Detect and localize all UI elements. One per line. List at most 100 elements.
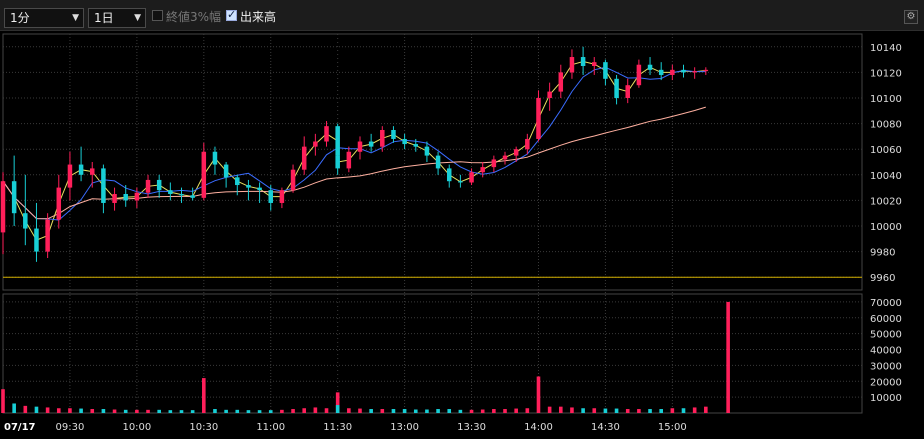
moving-averages — [2, 60, 706, 241]
volume-bar — [492, 409, 496, 413]
candle-body — [435, 155, 441, 169]
volume-tick-label: 30000 — [870, 361, 902, 372]
volume-bar — [648, 409, 652, 413]
volume-bar — [614, 408, 619, 413]
price-grid — [2, 33, 863, 414]
volume-checkbox[interactable] — [226, 8, 237, 21]
time-tick-label: 11:30 — [323, 422, 352, 433]
candle-body — [391, 130, 396, 139]
candle — [525, 133, 530, 155]
range-dropdown[interactable]: 1日 ▼ — [88, 8, 146, 28]
interval-dropdown[interactable]: 1分 ▼ — [4, 8, 84, 28]
time-tick-label: 14:00 — [524, 422, 553, 433]
candle-body — [569, 57, 575, 73]
interval-value: 1分 — [10, 11, 30, 25]
candle-body — [301, 146, 307, 170]
volume-bar — [458, 409, 463, 413]
volume-bar — [224, 409, 228, 413]
candle-body — [324, 126, 329, 142]
candle-body — [536, 98, 541, 139]
volume-bar — [704, 406, 708, 413]
volume-bar — [592, 408, 597, 413]
volume-bar — [179, 410, 184, 413]
volume-bar — [12, 403, 16, 413]
candle-body — [547, 91, 552, 98]
candle-body — [0, 181, 6, 233]
volume-bar — [157, 409, 161, 413]
volume-bar — [168, 410, 173, 413]
candle-body — [67, 164, 73, 188]
volume-bar — [68, 408, 72, 413]
volume-bar — [547, 406, 552, 413]
candle-body — [290, 169, 296, 191]
volume-label: 出来高 — [240, 10, 277, 24]
volume-bar — [447, 409, 452, 413]
candle — [346, 146, 352, 173]
volume-bar — [402, 409, 407, 413]
dropdown-arrow-icon: ▼ — [134, 13, 141, 23]
candle-body — [625, 85, 630, 98]
volume-tick-label: 70000 — [870, 298, 902, 309]
volume-bar — [302, 408, 307, 413]
candle — [0, 172, 6, 255]
volume-bar — [358, 408, 362, 413]
candle-body — [11, 181, 17, 214]
volume-bar — [503, 409, 507, 413]
volume-bar — [413, 409, 418, 413]
volume-bar — [291, 409, 295, 413]
volume-bar — [536, 376, 541, 413]
price-tick-label: 10000 — [870, 222, 902, 233]
time-tick-label: 11:00 — [256, 422, 285, 433]
candle-body — [268, 190, 273, 203]
candle-body — [179, 194, 184, 196]
volume-bar — [637, 409, 641, 413]
date-label: 07/17 — [4, 422, 36, 433]
volume-bar — [480, 409, 485, 413]
volume-bar — [380, 409, 385, 413]
candle — [625, 78, 630, 104]
candle-body — [101, 168, 106, 203]
volume-bar — [34, 406, 39, 413]
volume-bar — [257, 410, 262, 413]
settings-gear-icon[interactable]: ⚙ — [904, 10, 918, 24]
candle — [56, 174, 62, 229]
time-tick-label: 13:30 — [457, 422, 486, 433]
close3-checkbox[interactable] — [152, 10, 163, 21]
candle — [223, 162, 229, 188]
candle — [603, 59, 608, 86]
close3-label: 終値3%幅 — [166, 10, 222, 24]
candle-body — [134, 192, 140, 201]
candle — [692, 67, 697, 79]
candle-body — [201, 151, 207, 198]
volume-bar — [23, 405, 28, 413]
volume-bar — [581, 408, 585, 413]
volume-tick-label: 40000 — [870, 346, 902, 357]
candle-body — [235, 177, 240, 186]
volume-bar — [45, 407, 50, 413]
price-tick-label: 10100 — [870, 94, 902, 105]
volume-bar — [135, 409, 139, 413]
candle-body — [346, 151, 352, 169]
candle-body — [123, 194, 128, 201]
volume-tick-label: 10000 — [870, 393, 902, 404]
candle-body — [190, 195, 195, 198]
candle — [290, 164, 296, 193]
volume-bar — [56, 408, 61, 413]
candle — [491, 155, 497, 173]
volume-bar — [425, 409, 429, 413]
candle — [569, 49, 575, 79]
candle-body — [491, 159, 497, 168]
time-tick-label: 09:30 — [56, 422, 85, 433]
candle — [681, 64, 686, 78]
candle-body — [78, 164, 84, 175]
candle-body — [513, 149, 519, 156]
candle-body — [112, 194, 117, 203]
volume-bar — [313, 407, 318, 413]
candle-body — [692, 71, 697, 73]
volume-bar — [692, 407, 697, 413]
candle-body — [156, 179, 162, 191]
candle — [34, 202, 39, 262]
candle — [614, 74, 619, 105]
candle-body — [145, 179, 151, 193]
price-tick-label: 10080 — [870, 120, 902, 131]
